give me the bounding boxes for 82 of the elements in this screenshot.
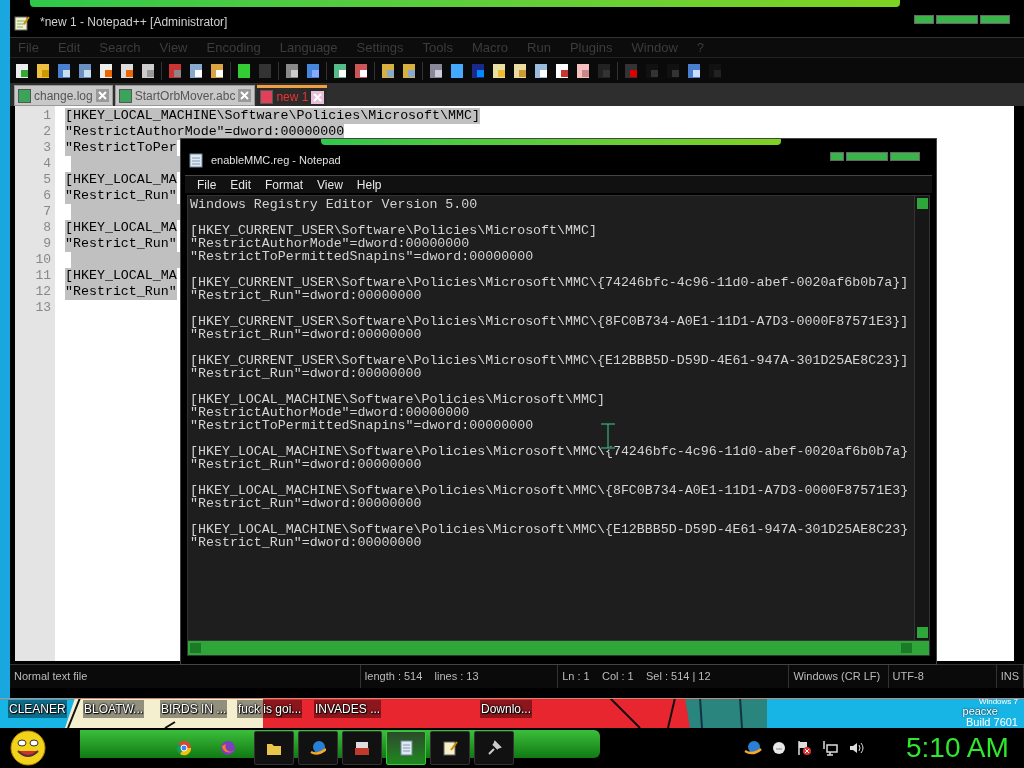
text-line: [HKEY_CURRENT_USER\Software\Policies\Microsoft\MMC\{74246bfc-4c96-11d0-abef-0020af6b0b7a}] xyxy=(190,276,910,289)
taskbar-button[interactable] xyxy=(342,731,382,765)
text-line: "Restrict_Run"=dword:00000000 xyxy=(190,367,422,380)
notepad-icon xyxy=(14,14,30,31)
flag-icon[interactable] xyxy=(796,740,812,756)
menu-item[interactable]: ? xyxy=(696,37,705,58)
network-icon[interactable] xyxy=(822,740,838,756)
text-line: "Restrict_Run"=dword:00000000 xyxy=(190,536,422,549)
line-number: 6 xyxy=(42,188,52,204)
taskbar-button[interactable] xyxy=(298,731,338,765)
menu-item[interactable]: Help xyxy=(356,175,382,194)
line-number: 12 xyxy=(34,284,52,300)
globe-icon[interactable] xyxy=(744,740,762,756)
text-area[interactable] xyxy=(188,196,914,640)
pin-icon xyxy=(486,740,502,756)
tab-close-icon[interactable] xyxy=(311,90,325,104)
line-number: 8 xyxy=(42,220,52,236)
text-line: "RestrictAuthorMode"=dword:00000000 xyxy=(190,237,470,250)
tab[interactable]: new 1 xyxy=(257,85,328,106)
text-line: [HKEY_LOCAL_MACHINE\Software\Policies\Microsoft\MMC\{74246bfc-4c96-11d0-abef-0020af6b0b7a} xyxy=(190,445,910,458)
line-number: 13 xyxy=(34,300,52,316)
file-icon xyxy=(18,88,31,103)
menu-item[interactable]: Edit xyxy=(230,175,252,194)
file-icon xyxy=(118,88,132,103)
text-line: [HKEY_CURRENT_USER\Software\Policies\Microsoft\MMC\{8FC0B734-A0E1-11D1-A7D3-0000F87571E3}] xyxy=(190,315,910,328)
taskbar-window-title[interactable]: BIRDS IN ... xyxy=(160,700,228,718)
speaker-icon[interactable] xyxy=(848,740,864,756)
line-number: 5 xyxy=(42,172,52,188)
line-number: 7 xyxy=(42,204,52,220)
globe-icon xyxy=(310,740,326,756)
browser-icon[interactable] xyxy=(220,740,236,756)
text-line: "Restrict_Run"=dword:00000000 xyxy=(190,289,422,302)
taskbar-button[interactable] xyxy=(254,731,294,765)
taskbar-window-title[interactable]: INVADES ... xyxy=(314,700,382,718)
notepad-icon xyxy=(398,740,414,756)
clock[interactable]: 5:10 AM xyxy=(906,734,1009,762)
toolbox-icon xyxy=(354,740,370,756)
line-number: 1 xyxy=(42,108,52,124)
taskbar-window-title[interactable]: fuck is goi... xyxy=(237,700,303,718)
horizontal-scrollbar[interactable] xyxy=(188,640,929,655)
tab[interactable]: change.log xyxy=(14,85,113,106)
line-number: 9 xyxy=(42,236,52,252)
vertical-scrollbar[interactable] xyxy=(914,196,929,640)
wallpaper-caption: peacxe xyxy=(962,706,998,717)
text-line: "RestrictToPermittedSnapins"=dword:00000000 xyxy=(190,250,535,263)
text-line: [HKEY_LOCAL_MACHINE\Software\Policies\Microsoft\MMC\{E12BBB5D-D59D-4E61-947A-301D25AE8C23} xyxy=(190,523,910,536)
window-title: enableMMC.reg - Notepad xyxy=(211,152,341,168)
text-line: "RestrictToPermittedSnapins"=dword:00000000 xyxy=(190,419,535,432)
text-line: Windows Registry Editor Version 5.00 xyxy=(190,198,479,211)
taskbar-window-title[interactable]: CLEANER xyxy=(8,700,67,718)
text-line: [HKEY_CURRENT_USER\Software\Policies\Microsoft\MMC] xyxy=(190,224,598,237)
tab[interactable]: StartOrbMover.abc xyxy=(114,85,256,106)
text-line: [HKEY_LOCAL_MACHINE\Software\Policies\Microsoft\MMC] xyxy=(190,393,606,406)
text-line: [HKEY_CURRENT_USER\Software\Policies\Microsoft\MMC\{E12BBB5D-D59D-4E61-947A-301D25AE8C23}] xyxy=(190,354,910,367)
taskbar-button[interactable] xyxy=(386,731,426,765)
line-number: 10 xyxy=(34,252,52,268)
taskbar-window-title[interactable]: BLOATW... xyxy=(83,700,145,718)
menu-item[interactable]: Format xyxy=(265,175,304,194)
line-number: 11 xyxy=(34,268,52,284)
line-number: 3 xyxy=(42,140,52,156)
menu-item[interactable]: View xyxy=(317,175,343,194)
menu-item[interactable]: File xyxy=(197,175,217,194)
window-title: *new 1 - Notepad++ [Administrator] xyxy=(40,13,228,31)
taskbar-button[interactable] xyxy=(474,731,514,765)
text-line: "Restrict_Run"=dword:00000000 xyxy=(190,458,422,471)
status-text: INS xyxy=(996,665,1024,688)
taskbar-window-title[interactable]: Downlo... xyxy=(480,700,533,718)
text-line: "Restrict_Run"=dword:00000000 xyxy=(190,497,422,510)
wallpaper-caption: Windows 7 xyxy=(978,698,1018,706)
notepad-icon xyxy=(442,740,458,756)
start-button[interactable] xyxy=(8,729,48,767)
status-circle-icon[interactable] xyxy=(772,741,786,755)
taskbar-button[interactable] xyxy=(430,731,470,765)
text-line: "Restrict_Run"=dword:00000000 xyxy=(190,328,422,341)
notepad-icon xyxy=(189,152,203,168)
file-icon xyxy=(260,90,274,104)
line-number: 2 xyxy=(42,124,52,140)
wallpaper-caption: Build 7601 xyxy=(966,717,1018,728)
browser-icon[interactable] xyxy=(176,740,192,756)
text-line: [HKEY_LOCAL_MACHINE\Software\Policies\Microsoft\MMC\{8FC0B734-A0E1-11D1-A7D3-0000F87571E3} xyxy=(190,484,910,497)
line-number: 4 xyxy=(42,156,52,172)
text-line: "RestrictAuthorMode"=dword:00000000 xyxy=(190,406,470,419)
